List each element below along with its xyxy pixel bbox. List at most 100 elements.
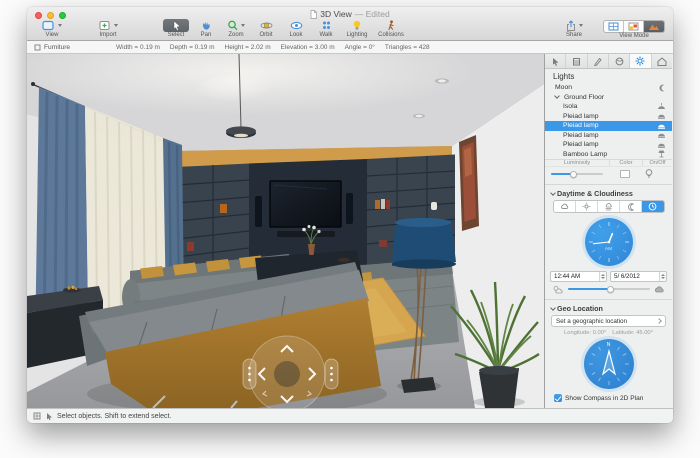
walk-tool-button[interactable]: Walk <box>311 19 341 39</box>
sun-icon <box>582 202 591 211</box>
time-date-row: 12:44 AM 5/ 6/2012 <box>545 271 672 282</box>
collisions-tool-button[interactable]: Collisions <box>373 19 409 39</box>
time-stepper[interactable] <box>599 272 606 281</box>
light-row-pleiad-2-selected[interactable]: Pleiad lamp <box>545 121 672 131</box>
zoom-tool-button[interactable]: Zoom <box>221 19 251 39</box>
inspector-tabs <box>545 54 672 69</box>
disclosure-chevron-icon <box>550 305 556 311</box>
time-field[interactable]: 12:44 AM <box>550 271 607 282</box>
geo-coordinates: Longitude: 0.00° Latitude: 45.00° <box>545 330 672 336</box>
import-button[interactable]: Import <box>91 19 125 39</box>
tab-edit[interactable] <box>588 54 609 68</box>
toolbar: View Import Select Pan Zoo <box>27 18 673 39</box>
fog-cloud-icon <box>604 203 613 211</box>
tab-light-properties[interactable] <box>630 54 651 68</box>
chevron-right-icon <box>656 318 662 324</box>
preset-sunny-button[interactable] <box>576 201 598 212</box>
daytime-section-header[interactable]: Daytime & Cloudiness <box>545 188 672 199</box>
cloudiness-slider-knob[interactable] <box>607 286 614 293</box>
luminosity-slider[interactable] <box>551 173 603 175</box>
tab-camera[interactable] <box>652 54 672 68</box>
light-row-pleiad-3[interactable]: Pleiad lamp <box>545 131 672 141</box>
stat-elevation: Elevation = 3.00 m <box>281 44 335 51</box>
view-mode-3d-button[interactable] <box>644 21 664 32</box>
preset-cloudy-button[interactable] <box>554 201 576 212</box>
show-compass-checkbox[interactable] <box>554 394 562 402</box>
nav-elevation-slider-left[interactable] <box>243 359 256 389</box>
pencil-icon <box>593 57 602 66</box>
geo-section-header[interactable]: Geo Location <box>545 303 672 314</box>
nav-elevation-slider-right[interactable] <box>325 359 338 389</box>
time-dial-clock[interactable]: AM <box>585 218 633 266</box>
view-icon <box>42 20 56 31</box>
light-onoff-bulb-icon[interactable] <box>645 169 653 179</box>
sun-cloud-icon <box>552 285 564 294</box>
tab-building[interactable] <box>566 54 587 68</box>
desktop: 3D View — Edited View Import Select <box>0 0 700 458</box>
speaker-left[interactable] <box>255 196 262 227</box>
3d-viewport[interactable] <box>27 54 544 408</box>
disclosure-chevron-icon[interactable] <box>554 93 560 99</box>
view-mode-elevation-button[interactable] <box>624 21 644 32</box>
status-message: Select objects. Shift to extend select. <box>57 413 171 420</box>
preset-fog-button[interactable] <box>598 201 620 212</box>
pendant-lamp-icon <box>657 103 666 111</box>
pan-tool-button[interactable]: Pan <box>191 19 221 39</box>
view-button[interactable]: View <box>35 19 69 39</box>
plan-2d-icon <box>608 22 619 31</box>
stat-height: Height = 2.02 m <box>225 44 271 51</box>
grid-icon <box>33 412 41 420</box>
dark-cloud-icon <box>654 285 665 293</box>
light-row-pleiad-1[interactable]: Pleiad lamp <box>545 112 672 122</box>
walk-icon <box>321 20 332 31</box>
compass-dial[interactable]: N <box>584 339 634 389</box>
preset-custom-time-button[interactable] <box>642 201 663 212</box>
select-mode-icon <box>45 412 53 420</box>
lighting-tool-button[interactable]: Lighting <box>341 19 373 39</box>
light-group-ground-floor[interactable]: Ground Floor <box>545 93 672 103</box>
hour-hand <box>609 234 612 242</box>
moon-icon <box>657 84 666 92</box>
tab-materials[interactable] <box>609 54 630 68</box>
picture-frame[interactable] <box>459 135 479 231</box>
3d-scene <box>27 54 544 408</box>
minute-hand <box>593 242 609 244</box>
date-field[interactable]: 5/ 6/2012 <box>610 271 667 282</box>
luminosity-slider-knob[interactable] <box>570 171 577 178</box>
light-row-pleiad-4[interactable]: Pleiad lamp <box>545 140 672 150</box>
caret-icon <box>114 24 118 27</box>
light-row-isola[interactable]: Isola <box>545 102 672 112</box>
tv[interactable] <box>270 181 341 227</box>
orbit-tool-button[interactable]: Orbit <box>251 19 281 39</box>
select-tool-button[interactable]: Select <box>161 19 191 39</box>
select-cursor-icon <box>171 20 182 31</box>
view-3d-icon <box>648 22 660 31</box>
set-geo-location-button[interactable]: Set a geographic location <box>551 315 666 327</box>
building-icon <box>572 57 581 66</box>
light-row-moon[interactable]: Moon <box>545 83 672 93</box>
zoom-magnifier-icon <box>227 20 239 31</box>
light-color-well[interactable] <box>620 170 630 178</box>
ceiling-lamp-icon <box>657 141 666 149</box>
speaker-right[interactable] <box>346 193 353 224</box>
date-stepper[interactable] <box>659 272 666 281</box>
gear-icon <box>635 56 645 66</box>
light-row-bamboo[interactable]: Bamboo Lamp <box>545 150 672 160</box>
stat-width: Width = 0.19 m <box>116 44 160 51</box>
object-info-icon <box>551 57 560 66</box>
look-tool-button[interactable]: Look <box>281 19 311 39</box>
stat-triangles: Triangles = 428 <box>385 44 430 51</box>
inspector-panel: Lights Moon Ground Floor Isola Pleiad la… <box>544 54 672 408</box>
latitude-value: Latitude: 45.00° <box>612 330 653 336</box>
pan-hand-icon <box>200 20 212 31</box>
share-button[interactable]: Share <box>557 19 591 39</box>
clock-meridiem-label: AM <box>585 247 633 252</box>
tab-object-info[interactable] <box>545 54 566 68</box>
import-icon <box>99 20 112 31</box>
view-mode-2d-plan-button[interactable] <box>604 21 624 32</box>
preset-night-button[interactable] <box>620 201 642 212</box>
window-chrome: 3D View — Edited View Import Select <box>27 7 673 41</box>
lighting-bulb-icon <box>352 20 362 32</box>
cloudiness-slider[interactable] <box>568 288 650 290</box>
elevation-icon <box>628 22 639 31</box>
